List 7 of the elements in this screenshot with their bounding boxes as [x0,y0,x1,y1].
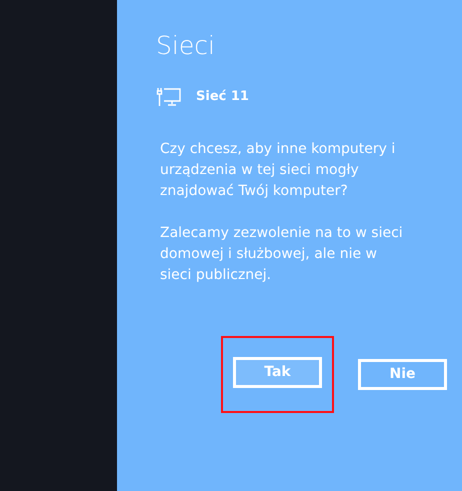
panel-title: Sieci [156,30,216,62]
message-text: Zalecamy zezwolenie na to w sieci domowej i służbowej, ale nie w sieci publicznej. [160,224,404,284]
yes-button[interactable]: Tak [233,356,322,388]
network-name: Sieć 11 [196,88,249,106]
message-text: Czy chcesz, aby inne komputery i urządzenia w tej sieci mogły znajdować Twój komputer? [160,140,396,200]
no-button[interactable]: Nie [358,358,447,390]
wired-network-icon [156,86,182,106]
